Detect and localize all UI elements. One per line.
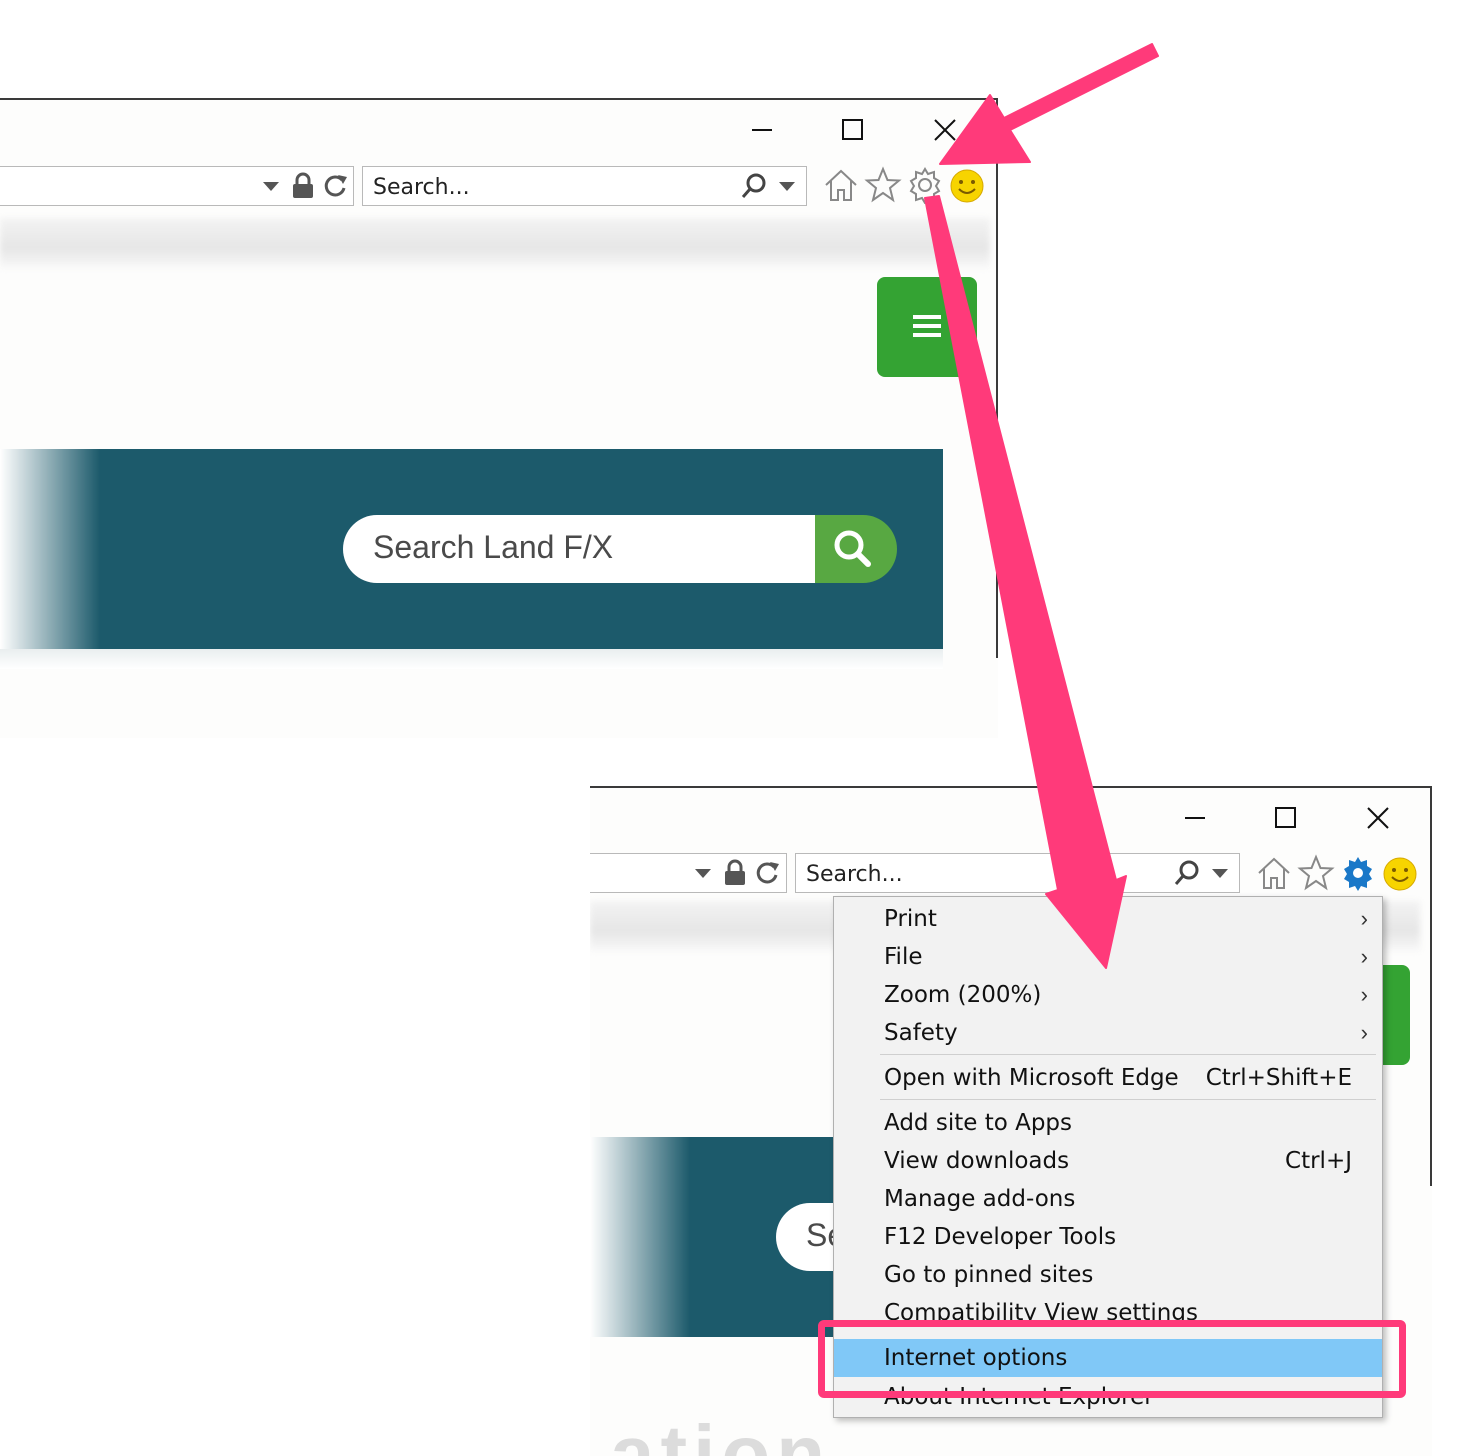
site-search-banner: Search Land F/X xyxy=(0,449,943,649)
menu-item-f12-developer-tools[interactable]: F12 Developer Tools xyxy=(834,1218,1382,1256)
home-icon[interactable] xyxy=(822,166,860,204)
window-border xyxy=(590,786,1432,788)
maximize-button[interactable] xyxy=(1266,798,1306,838)
close-button[interactable] xyxy=(925,110,965,150)
lock-icon xyxy=(725,859,745,885)
menu-separator xyxy=(880,1099,1376,1100)
smiley-feedback-icon[interactable] xyxy=(1382,856,1418,892)
close-icon xyxy=(934,119,956,141)
top-browser-window: Search... Search Land F/X xyxy=(0,98,998,738)
banner-shadow xyxy=(0,649,943,669)
search-dropdown-icon[interactable] xyxy=(777,180,797,194)
close-button[interactable] xyxy=(1358,798,1398,838)
banner-fade xyxy=(0,449,100,649)
menu-item-safety[interactable]: Safety › xyxy=(834,1014,1382,1052)
favorites-star-icon[interactable] xyxy=(1297,854,1335,892)
close-icon xyxy=(1367,807,1389,829)
chevron-right-icon: › xyxy=(1360,1020,1368,1045)
refresh-icon[interactable] xyxy=(321,172,349,200)
menu-item-add-site-to-apps[interactable]: Add site to Apps xyxy=(834,1104,1382,1142)
lock-icon xyxy=(293,172,313,198)
address-bar[interactable] xyxy=(590,853,787,893)
menu-shortcut: Ctrl+J xyxy=(1285,1148,1352,1174)
site-search-input[interactable]: Search Land F/X xyxy=(343,515,815,583)
minimize-button[interactable] xyxy=(1175,798,1215,838)
address-bar[interactable] xyxy=(0,166,354,206)
highlight-box xyxy=(818,1320,1406,1398)
search-icon xyxy=(834,530,871,567)
window-border xyxy=(996,98,998,658)
menu-item-view-downloads[interactable]: View downloads Ctrl+J xyxy=(834,1142,1382,1180)
search-icon[interactable] xyxy=(739,171,769,201)
smiley-feedback-icon[interactable] xyxy=(949,168,985,204)
menu-shortcut: Ctrl+Shift+E xyxy=(1205,1065,1352,1091)
toolbar-shadow xyxy=(0,218,990,268)
menu-item-open-with-edge[interactable]: Open with Microsoft Edge Ctrl+Shift+E xyxy=(834,1059,1382,1097)
refresh-icon[interactable] xyxy=(753,859,781,887)
banner-fade xyxy=(590,1137,690,1337)
search-icon[interactable] xyxy=(1172,858,1202,888)
maximize-icon xyxy=(842,119,863,140)
search-dropdown-icon[interactable] xyxy=(1210,867,1230,881)
hamburger-menu-icon xyxy=(913,315,941,337)
menu-item-file[interactable]: File › xyxy=(834,938,1382,976)
site-menu-button[interactable] xyxy=(877,277,977,377)
search-input[interactable]: Search... xyxy=(373,175,470,200)
page-heading-partial: ation xyxy=(610,1409,832,1456)
menu-separator xyxy=(880,1054,1376,1055)
home-icon[interactable] xyxy=(1255,854,1293,892)
maximize-button[interactable] xyxy=(833,110,873,150)
dropdown-icon[interactable] xyxy=(693,867,713,881)
favorites-star-icon[interactable] xyxy=(864,166,902,204)
dropdown-icon[interactable] xyxy=(261,180,281,194)
menu-item-go-to-pinned-sites[interactable]: Go to pinned sites xyxy=(834,1256,1382,1294)
minimize-button[interactable] xyxy=(742,110,782,150)
browser-search-box[interactable]: Search... xyxy=(362,166,807,206)
site-search-placeholder: Search Land F/X xyxy=(373,529,614,565)
menu-item-print[interactable]: Print › xyxy=(834,900,1382,938)
window-border xyxy=(1430,786,1432,1186)
menu-item-zoom[interactable]: Zoom (200%) › xyxy=(834,976,1382,1014)
chevron-right-icon: › xyxy=(1360,906,1368,931)
search-input[interactable]: Search... xyxy=(806,862,903,887)
minimize-icon xyxy=(752,129,772,131)
maximize-icon xyxy=(1275,807,1296,828)
gear-icon[interactable] xyxy=(906,166,944,204)
gear-icon-active[interactable] xyxy=(1339,854,1377,892)
chevron-right-icon: › xyxy=(1360,982,1368,1007)
minimize-icon xyxy=(1185,817,1205,819)
site-search-button[interactable] xyxy=(815,515,897,583)
browser-search-box[interactable]: Search... xyxy=(795,853,1240,893)
chevron-right-icon: › xyxy=(1360,944,1368,969)
window-border xyxy=(0,98,998,100)
menu-item-manage-addons[interactable]: Manage add-ons xyxy=(834,1180,1382,1218)
